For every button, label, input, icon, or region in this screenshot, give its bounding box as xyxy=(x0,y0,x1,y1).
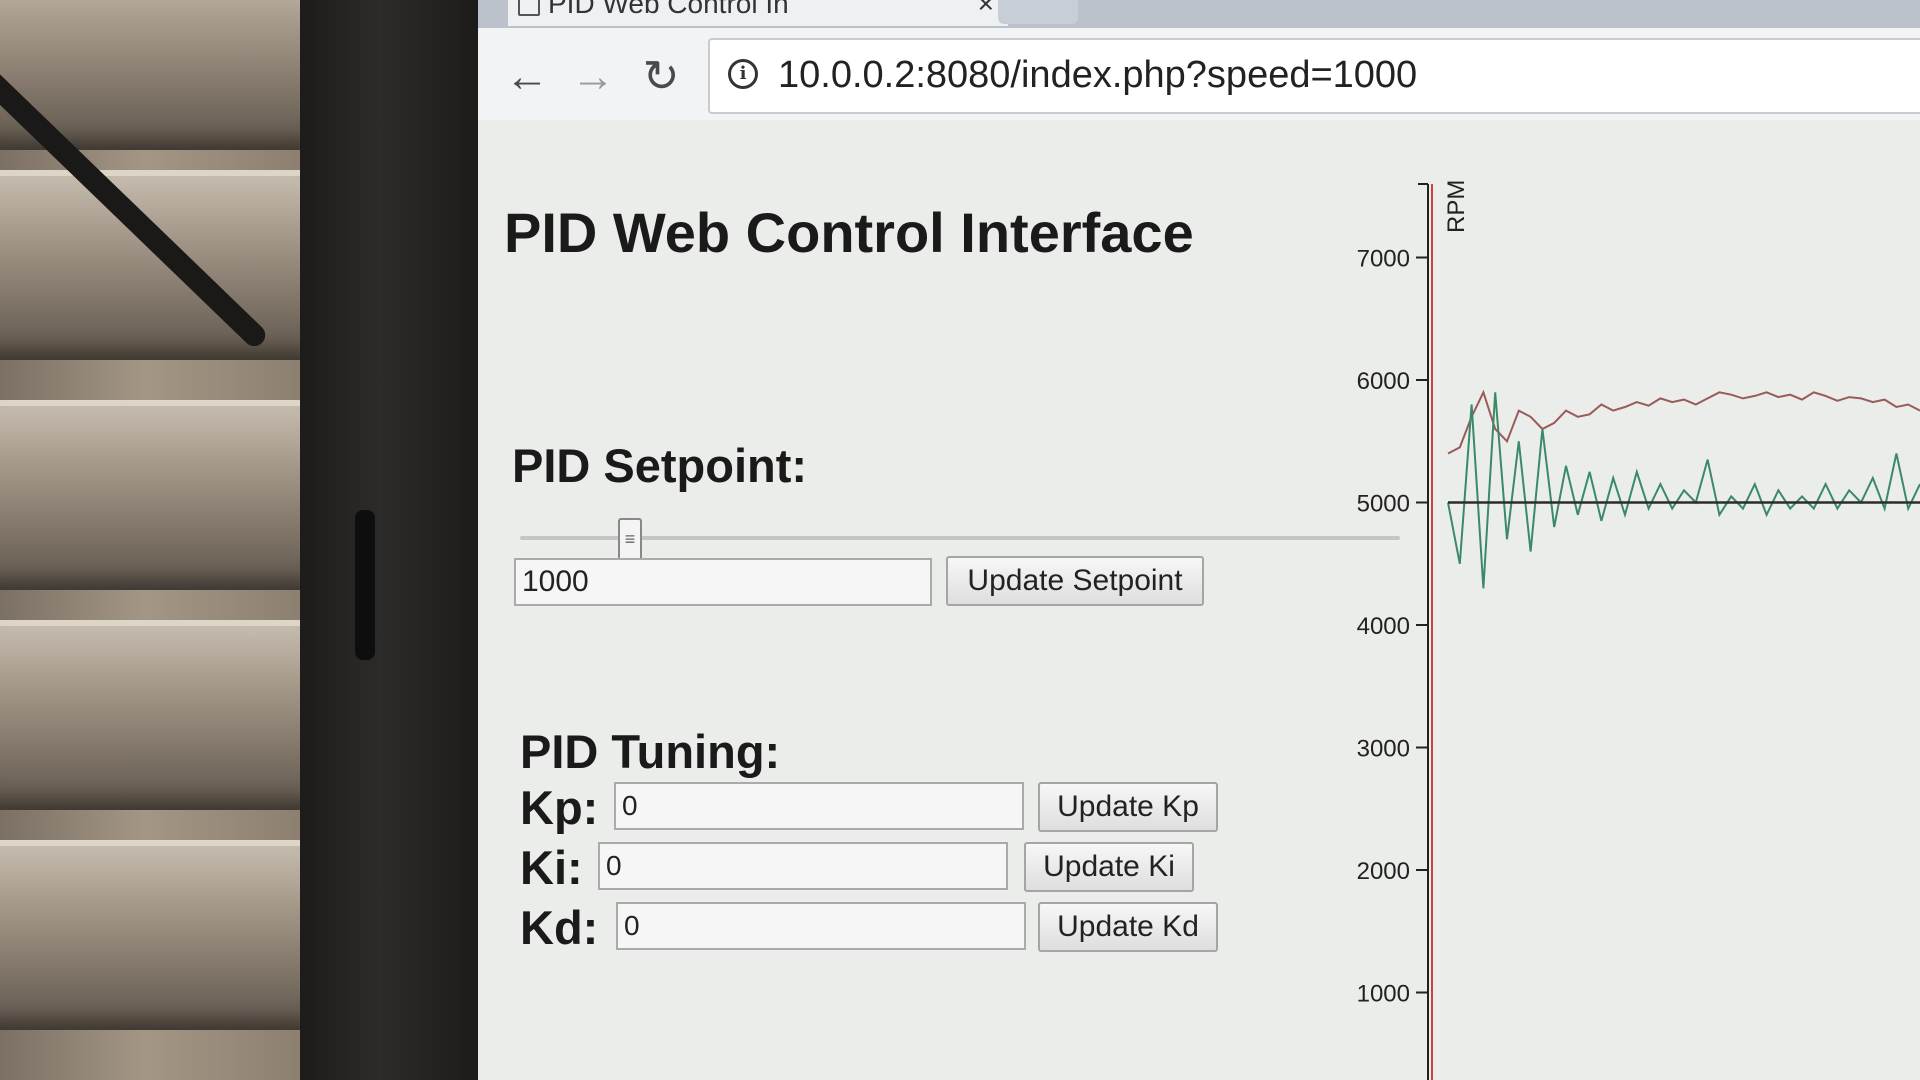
address-bar[interactable]: i 10.0.0.2:8080/index.php?speed=1000 xyxy=(708,38,1920,114)
storage-tray xyxy=(0,620,320,810)
tab-title: PID Web Control In xyxy=(548,0,789,19)
update-kp-button[interactable]: Update Kp xyxy=(1038,782,1218,832)
y-tick-label: 2000 xyxy=(1357,858,1410,885)
kp-input[interactable] xyxy=(614,782,1024,830)
update-setpoint-button[interactable]: Update Setpoint xyxy=(946,556,1204,606)
setpoint-slider[interactable]: ≡ xyxy=(520,518,1400,562)
storage-tray xyxy=(0,170,320,360)
info-icon[interactable]: i xyxy=(728,59,758,89)
slider-thumb[interactable]: ≡ xyxy=(618,518,642,562)
y-tick-label: 1000 xyxy=(1357,981,1410,1008)
kd-label: Kd: xyxy=(520,901,599,954)
setpoint-heading: PID Setpoint: xyxy=(512,439,808,492)
slider-track[interactable] xyxy=(520,536,1400,540)
storage-tray xyxy=(0,840,320,1030)
browser-window: PID Web Control In × ← → ↻ i 10.0.0.2:80… xyxy=(478,0,1920,1080)
update-kd-button[interactable]: Update Kd xyxy=(1038,902,1218,952)
tuning-heading: PID Tuning: xyxy=(520,725,781,778)
monitor-bezel xyxy=(300,0,500,1080)
y-tick-label: 3000 xyxy=(1357,736,1410,763)
back-arrow-icon[interactable]: ← xyxy=(500,50,554,104)
error-series-line xyxy=(1447,392,1920,589)
page-title: PID Web Control Interface xyxy=(504,201,1194,264)
reload-icon[interactable]: ↻ xyxy=(634,50,688,104)
ki-label: Ki: xyxy=(520,841,583,894)
kd-input[interactable] xyxy=(616,902,1026,950)
setpoint-input[interactable] xyxy=(514,558,932,606)
y-tick-label: 6000 xyxy=(1357,368,1410,395)
forward-arrow-icon[interactable]: → xyxy=(566,50,620,104)
new-tab-button[interactable] xyxy=(998,0,1078,24)
storage-tray xyxy=(0,400,320,590)
page-icon xyxy=(518,0,540,16)
browser-tab[interactable]: PID Web Control In × xyxy=(508,0,1008,26)
tab-strip: PID Web Control In × xyxy=(478,0,1920,28)
close-icon[interactable]: × xyxy=(978,0,994,22)
y-tick-label: 7000 xyxy=(1357,246,1410,273)
update-ki-button[interactable]: Update Ki xyxy=(1024,842,1194,892)
ki-input[interactable] xyxy=(598,842,1008,890)
y-tick-label: 5000 xyxy=(1357,491,1410,518)
page-content: PID Web Control Interface PID Setpoint: … xyxy=(478,120,1920,1080)
kp-label: Kp: xyxy=(520,781,599,834)
rpm-chart: RPM 1000 2000 3000 4000 5000 6000 7000 xyxy=(1357,180,1920,1080)
y-tick-label: 4000 xyxy=(1357,613,1410,640)
browser-toolbar: ← → ↻ i 10.0.0.2:8080/index.php?speed=10… xyxy=(478,28,1920,122)
background-shelving xyxy=(0,0,320,1080)
y-axis-label: RPM xyxy=(1443,180,1470,233)
url-text: 10.0.0.2:8080/index.php?speed=1000 xyxy=(778,54,1418,96)
monitor-button xyxy=(355,510,375,660)
photo-scene: PID Web Control In × ← → ↻ i 10.0.0.2:80… xyxy=(0,0,1920,1080)
